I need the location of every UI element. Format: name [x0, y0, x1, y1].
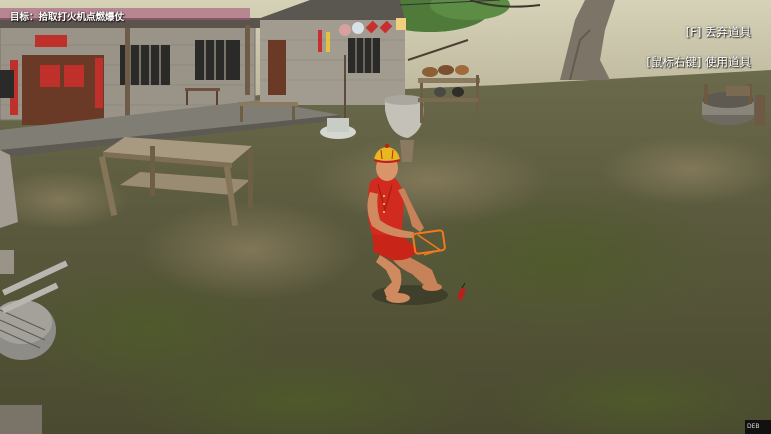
objective-text: 目标：拾取打火机点燃爆仗: [10, 12, 125, 23]
debug-tag[interactable]: DEB: [745, 420, 771, 434]
drop-item-hint: [F] 丢弃道具: [685, 25, 751, 39]
house-right: [255, 0, 406, 105]
game-viewport[interactable]: 目标：拾取打火机点燃爆仗 [F] 丢弃道具 [鼠标右键] 使用道具 DEB: [0, 0, 771, 434]
use-item-hint: [鼠标右键] 使用道具: [646, 55, 751, 69]
